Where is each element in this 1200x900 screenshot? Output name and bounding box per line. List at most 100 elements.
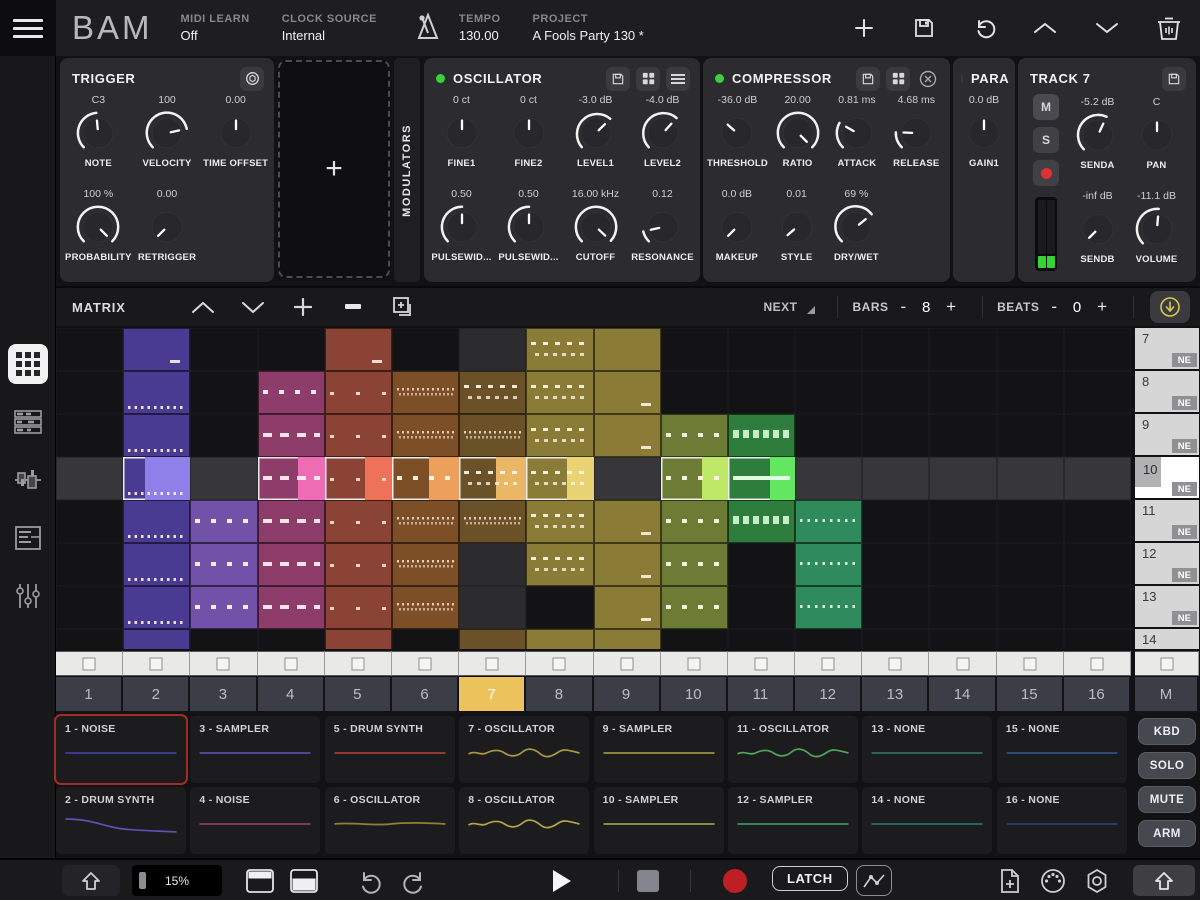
clip-cell[interactable] — [459, 371, 526, 414]
shift-button[interactable] — [62, 865, 120, 896]
capture-button[interactable] — [1150, 291, 1190, 323]
chevron-down-icon[interactable] — [1094, 19, 1120, 37]
clip-cell[interactable] — [190, 414, 257, 457]
clip-cell[interactable] — [661, 414, 728, 457]
menu-lines-icon[interactable] — [666, 67, 690, 91]
knob-dial[interactable] — [437, 202, 487, 252]
knob-senda[interactable]: -5.2 dB SENDA — [1068, 96, 1127, 188]
scene-cell-7[interactable]: 7NE — [1135, 328, 1199, 369]
chevron-up-icon[interactable] — [1032, 19, 1058, 37]
sidebar-item-mixer-view[interactable] — [8, 576, 48, 616]
track-number-7[interactable]: 7 — [459, 677, 526, 713]
save-preset-icon[interactable] — [606, 67, 630, 91]
knob-release[interactable]: 4.68 ms RELEASE — [887, 94, 946, 186]
clip-cell[interactable] — [929, 586, 996, 629]
arm-button[interactable]: ARM — [1138, 820, 1196, 847]
clip-cell[interactable] — [862, 629, 929, 649]
tempo-value[interactable]: 130.00 — [459, 28, 501, 43]
stop-button[interactable] — [636, 869, 660, 893]
knob-velocity[interactable]: 100 VELOCITY — [133, 94, 202, 186]
track-select-checkbox[interactable] — [661, 651, 728, 676]
clip-cell[interactable] — [594, 371, 661, 414]
knob-dial[interactable] — [638, 108, 688, 158]
clip-cell[interactable] — [190, 500, 257, 543]
panel-up-button[interactable] — [1133, 865, 1195, 896]
track-select-checkbox[interactable] — [929, 651, 996, 676]
track-tile-6[interactable]: 6 - OSCILLATOR — [325, 787, 455, 854]
track-number-1[interactable]: 1 — [56, 677, 123, 713]
clip-cell[interactable] — [1064, 371, 1131, 414]
track-select-checkbox[interactable] — [997, 651, 1064, 676]
clip-cell[interactable] — [56, 500, 123, 543]
clip-cell[interactable] — [929, 371, 996, 414]
track-select-checkbox[interactable] — [325, 651, 392, 676]
clip-cell[interactable] — [728, 328, 795, 371]
track-tile-1[interactable]: 1 - NOISE — [56, 716, 186, 783]
track-select-checkbox-master[interactable] — [1135, 651, 1199, 676]
knob-dial[interactable] — [142, 108, 192, 158]
zoom-level-control[interactable]: 15% — [132, 865, 222, 896]
clip-cell[interactable] — [795, 543, 862, 586]
clip-cell[interactable] — [526, 328, 593, 371]
clip-cell[interactable] — [862, 543, 929, 586]
track-number-5[interactable]: 5 — [325, 677, 392, 713]
clip-cell[interactable] — [392, 500, 459, 543]
scene-cell-10[interactable]: 10NE — [1135, 457, 1199, 498]
clip-cell[interactable] — [123, 586, 190, 629]
clip-cell[interactable] — [728, 629, 795, 649]
clip-cell[interactable] — [661, 500, 728, 543]
track-tile-10[interactable]: 10 - SAMPLER — [594, 787, 724, 854]
knob-ratio[interactable]: 20.00 RATIO — [768, 94, 827, 186]
knob-dial[interactable] — [1132, 110, 1182, 160]
clip-cell[interactable] — [258, 328, 325, 371]
track-tile-9[interactable]: 9 - SAMPLER — [594, 716, 724, 783]
track-number-6[interactable]: 6 — [392, 677, 459, 713]
clip-cell[interactable] — [190, 629, 257, 649]
scene-cell-8[interactable]: 8NE — [1135, 371, 1199, 412]
clip-cell[interactable] — [190, 371, 257, 414]
layout-top-icon[interactable] — [246, 869, 274, 893]
track-tile-5[interactable]: 5 - DRUM SYNTH — [325, 716, 455, 783]
clip-cell[interactable] — [728, 500, 795, 543]
track-tile-14[interactable]: 14 - NONE — [862, 787, 992, 854]
track-tile-12[interactable]: 12 - SAMPLER — [728, 787, 858, 854]
track-select-checkbox[interactable] — [728, 651, 795, 676]
knob-dial[interactable] — [1073, 204, 1123, 254]
knob-dial[interactable] — [73, 202, 123, 252]
track-select-checkbox[interactable] — [392, 651, 459, 676]
clip-cell[interactable] — [526, 500, 593, 543]
project-control[interactable]: PROJECT A Fools Party 130 * — [533, 13, 644, 43]
kbd-button[interactable]: KBD — [1138, 718, 1196, 745]
clip-cell[interactable] — [526, 586, 593, 629]
clip-cell[interactable] — [795, 586, 862, 629]
clip-cell[interactable] — [123, 543, 190, 586]
clip-cell[interactable] — [997, 629, 1064, 649]
clip-cell[interactable] — [190, 457, 257, 500]
knob-probability[interactable]: 100 % PROBABILITY — [64, 188, 133, 280]
clip-cell[interactable] — [258, 500, 325, 543]
track-select-checkbox[interactable] — [1064, 651, 1131, 676]
knob-dial[interactable] — [437, 108, 487, 158]
knob-dial[interactable] — [1132, 204, 1182, 254]
clip-cell[interactable] — [325, 328, 392, 371]
device-led[interactable] — [961, 74, 963, 83]
knob-fine1[interactable]: 0 ct FINE1 — [428, 94, 495, 186]
clip-cell[interactable] — [997, 457, 1064, 500]
next-scene-dropdown[interactable]: NEXT — [755, 294, 823, 320]
clip-cell[interactable] — [661, 629, 728, 649]
clip-cell[interactable] — [997, 414, 1064, 457]
device-led[interactable] — [436, 74, 445, 83]
clip-cell[interactable] — [929, 414, 996, 457]
clip-cell[interactable] — [728, 371, 795, 414]
clip-cell[interactable] — [392, 543, 459, 586]
clip-cell[interactable] — [392, 371, 459, 414]
knob-dial[interactable] — [712, 202, 762, 252]
play-button[interactable] — [550, 868, 574, 894]
undo-icon[interactable] — [356, 869, 382, 895]
clip-cell[interactable] — [258, 586, 325, 629]
scene-badge[interactable]: NE — [1172, 611, 1197, 625]
bars-decrement[interactable]: - — [889, 297, 919, 317]
sidebar-item-list-view[interactable] — [8, 518, 48, 558]
clip-cell[interactable] — [661, 328, 728, 371]
clip-cell[interactable] — [258, 371, 325, 414]
